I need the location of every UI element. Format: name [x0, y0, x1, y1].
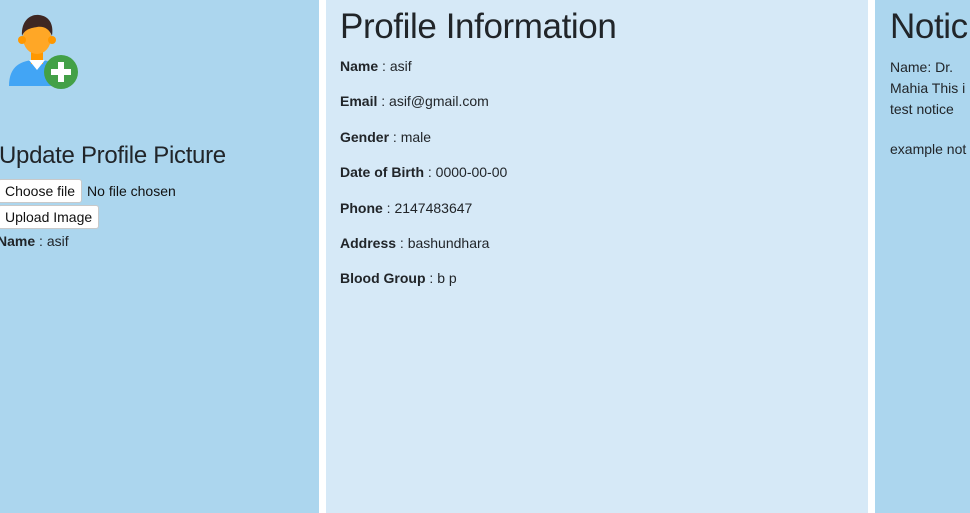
field-label: Email: [340, 93, 378, 109]
profile-field-blood-group: Blood Group : b p: [340, 270, 457, 286]
name-label: Name: [0, 233, 36, 249]
field-label: Address: [340, 235, 397, 251]
notice-item: Name: Dr. Mahia This i test notice: [890, 57, 970, 120]
field-label: Gender: [340, 129, 390, 145]
field-value: b p: [437, 270, 457, 286]
field-label: Phone: [340, 200, 383, 216]
notice-line: Mahia This i: [890, 80, 966, 96]
field-value: asif: [389, 58, 412, 74]
left-name-line: Name : asif: [0, 233, 69, 249]
notice-line: test notice: [890, 101, 954, 117]
field-label: Date of Birth: [340, 164, 424, 180]
choose-file-button[interactable]: Choose file: [0, 179, 83, 203]
notice-panel: Notic Name: Dr. Mahia This i test notice…: [875, 0, 970, 513]
profile-field-dob: Date of Birth : 0000-00-00: [340, 164, 508, 180]
profile-field-phone: Phone : 2147483647: [340, 200, 473, 216]
profile-field-address: Address : bashundhara: [340, 235, 490, 251]
field-value: asif@gmail.com: [389, 93, 489, 109]
file-input[interactable]: Choose file No file chosen: [0, 179, 176, 203]
notice-line: Name: Dr.: [890, 59, 954, 75]
field-value: 0000-00-00: [435, 164, 508, 180]
profile-information-heading: Profile Information: [340, 7, 617, 46]
profile-field-gender: Gender : male: [340, 129, 432, 145]
profile-picture-panel: Update Profile Picture Choose file No fi…: [0, 0, 319, 513]
profile-information-panel: Profile Information Name : asif Email : …: [326, 0, 868, 513]
notice-line: example not: [890, 141, 967, 157]
field-value: bashundhara: [407, 235, 490, 251]
field-label: Name: [340, 58, 379, 74]
field-label: Blood Group: [340, 270, 426, 286]
notice-heading: Notic: [890, 7, 968, 46]
name-value: asif: [46, 233, 69, 249]
field-value: 2147483647: [394, 200, 473, 216]
no-file-text: No file chosen: [87, 183, 176, 199]
field-value: male: [400, 129, 432, 145]
page: Update Profile Picture Choose file No fi…: [0, 0, 970, 513]
upload-image-button[interactable]: Upload Image: [0, 205, 100, 229]
profile-field-email: Email : asif@gmail.com: [340, 93, 489, 109]
user-add-icon: [9, 14, 78, 89]
profile-field-name: Name : asif: [340, 58, 412, 74]
update-picture-heading: Update Profile Picture: [0, 142, 226, 169]
